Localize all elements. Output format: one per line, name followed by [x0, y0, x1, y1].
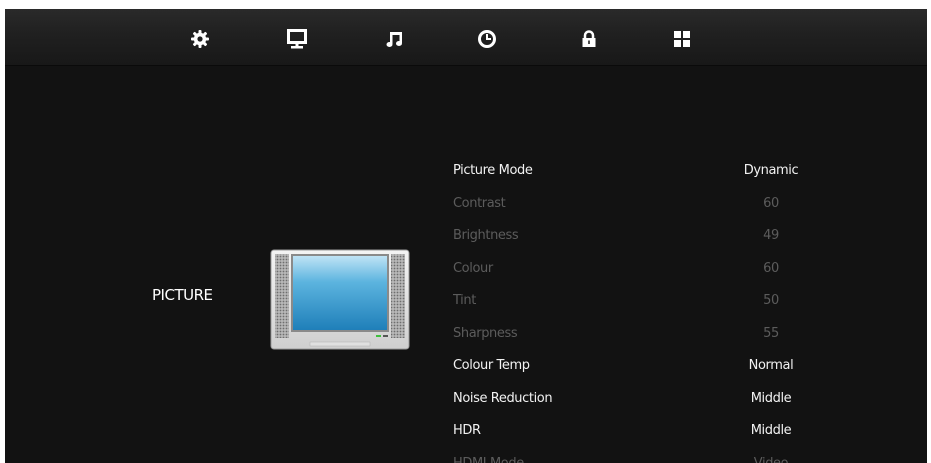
menu-item-contrast: Contrast 60 — [453, 188, 823, 221]
menu-item-label: Colour Temp — [453, 358, 530, 373]
padlock-icon — [582, 30, 596, 47]
menu-item-noise-reduction[interactable]: Noise Reduction Middle — [453, 383, 823, 416]
tab-time[interactable] — [477, 29, 497, 49]
menu-item-value: Middle — [750, 423, 792, 438]
gear-icon — [191, 30, 209, 48]
menu-item-label: HDMI Mode — [453, 455, 524, 463]
menu-item-label: Brightness — [453, 228, 519, 243]
menu-item-colour: Colour 60 — [453, 253, 823, 286]
tab-lock[interactable] — [579, 29, 599, 49]
section-title: PICTURE — [152, 286, 213, 304]
tab-setup[interactable] — [190, 29, 210, 49]
menu-item-picture-mode[interactable]: Picture Mode Dynamic — [453, 155, 823, 188]
music-note-icon — [386, 32, 402, 47]
menu-item-label: Picture Mode — [453, 163, 533, 178]
menu-tab-bar — [5, 9, 927, 66]
menu-item-label: Tint — [453, 293, 476, 308]
menu-item-value: Normal — [748, 358, 794, 373]
grid-icon — [674, 31, 690, 47]
menu-item-hdmi-mode: HDMI Mode Video — [453, 448, 823, 463]
picture-settings-menu: Picture Mode Dynamic Contrast 60 Brightn… — [453, 155, 823, 463]
menu-item-label: Noise Reduction — [453, 390, 553, 406]
tv-menu-screen: PICTURE Picture Mode Dynamic Contrast 60… — [5, 9, 927, 463]
menu-item-tint: Tint 50 — [453, 285, 823, 318]
menu-item-label: Contrast — [453, 195, 506, 211]
menu-item-label: Sharpness — [453, 325, 518, 341]
menu-item-brightness: Brightness 49 — [453, 220, 823, 253]
tv-icon — [270, 240, 410, 350]
menu-item-value: Dynamic — [743, 163, 799, 178]
menu-item-label: HDR — [453, 423, 481, 438]
clock-icon — [478, 30, 496, 48]
menu-item-value: 55 — [763, 325, 779, 341]
menu-item-sharpness: Sharpness 55 — [453, 318, 823, 351]
monitor-icon — [287, 29, 307, 49]
tab-sound[interactable] — [385, 29, 405, 49]
menu-item-value: Video — [753, 455, 789, 463]
menu-item-value: Middle — [750, 390, 792, 406]
menu-item-value: 60 — [763, 260, 779, 276]
menu-item-value: 49 — [763, 228, 779, 243]
menu-item-value: 60 — [763, 195, 779, 211]
menu-item-hdr[interactable]: HDR Middle — [453, 415, 823, 448]
tab-app[interactable] — [672, 29, 692, 49]
menu-item-value: 50 — [763, 293, 779, 308]
menu-item-colour-temp[interactable]: Colour Temp Normal — [453, 350, 823, 383]
tab-picture[interactable] — [287, 29, 307, 49]
menu-item-label: Colour — [453, 260, 493, 276]
